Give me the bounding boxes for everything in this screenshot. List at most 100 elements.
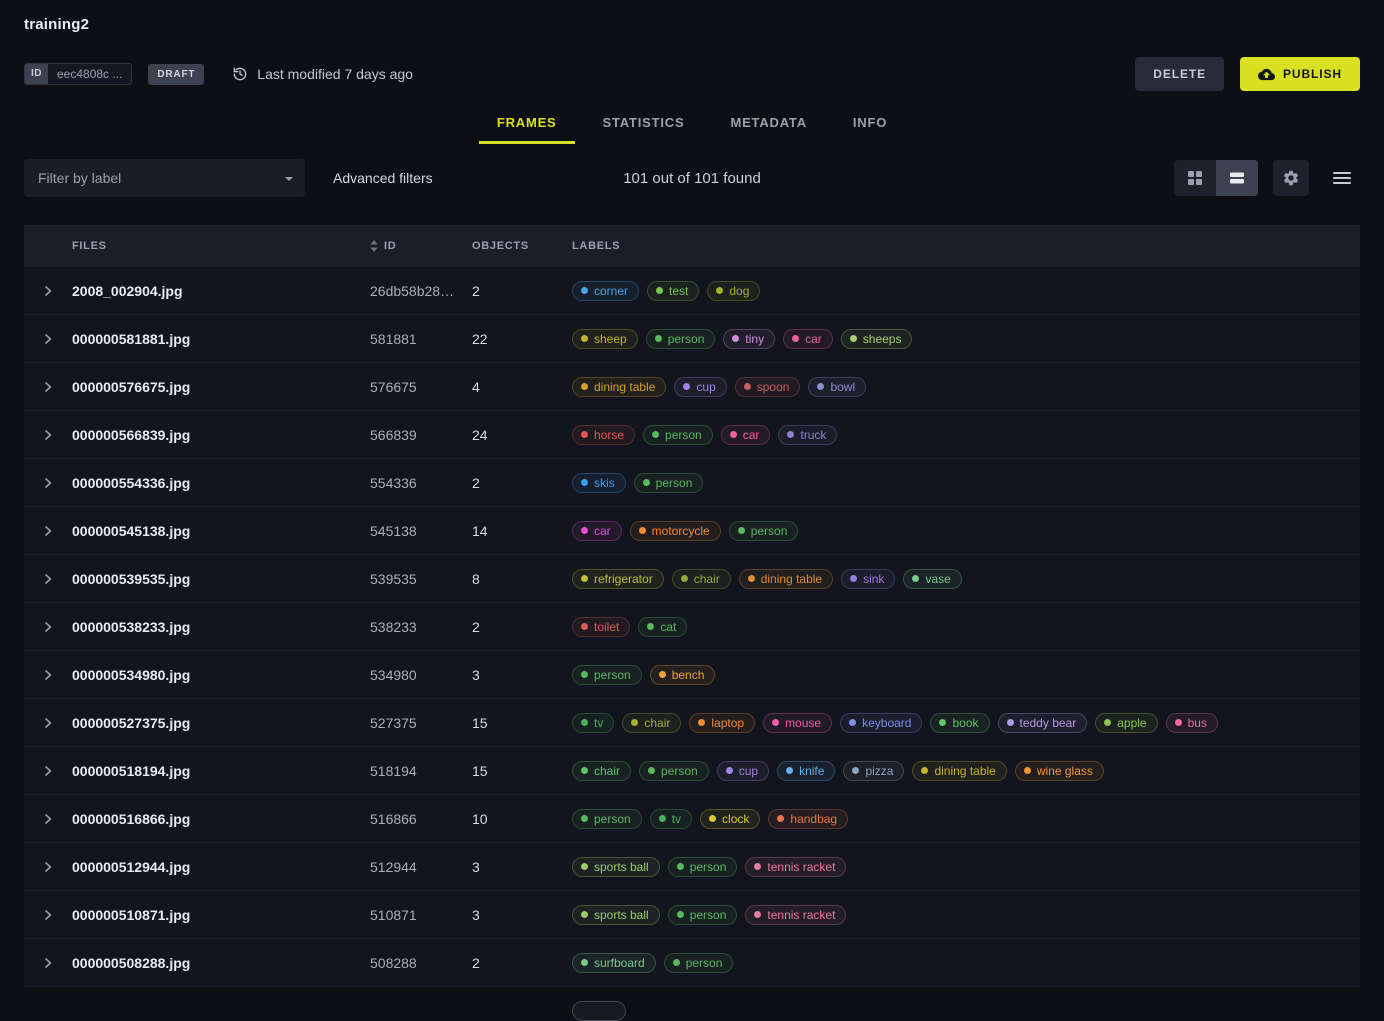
object-count: 15 (472, 715, 572, 731)
table-row[interactable]: 000000554336.jpg5543362skisperson (24, 459, 1360, 507)
table-row[interactable]: 000000518194.jpg51819415chairpersoncupkn… (24, 747, 1360, 795)
label-color-dot (738, 527, 745, 534)
row-expand-chevron-icon[interactable] (24, 381, 72, 393)
column-labels: LABELS (572, 240, 1360, 252)
row-expand-chevron-icon[interactable] (24, 909, 72, 921)
file-id: 512944 (370, 859, 472, 875)
label-text: corner (594, 284, 628, 298)
filter-toolbar: Filter by label Advanced filters 101 out… (24, 159, 1360, 197)
label-text: laptop (711, 716, 744, 730)
label-text: apple (1117, 716, 1146, 730)
label-chips: skisperson (572, 473, 1360, 493)
table-row[interactable]: 000000534980.jpg5349803personbench (24, 651, 1360, 699)
table-row[interactable]: 000000516866.jpg51686610persontvclockhan… (24, 795, 1360, 843)
row-expand-chevron-icon[interactable] (24, 333, 72, 345)
menu-button[interactable] (1324, 160, 1360, 196)
label-color-dot (1024, 767, 1031, 774)
status-badge: DRAFT (148, 64, 204, 85)
column-id[interactable]: ID (370, 240, 472, 252)
label-color-dot (681, 575, 688, 582)
table-row[interactable]: 000000538233.jpg5382332toiletcat (24, 603, 1360, 651)
label-chip: tv (572, 713, 614, 733)
file-name: 000000516866.jpg (72, 811, 370, 827)
row-expand-chevron-icon[interactable] (24, 861, 72, 873)
label-text: chair (694, 572, 720, 586)
table-row[interactable]: 000000581881.jpg58188122sheeppersontinyc… (24, 315, 1360, 363)
object-count: 15 (472, 763, 572, 779)
sort-icon[interactable] (370, 240, 378, 252)
row-expand-chevron-icon[interactable] (24, 525, 72, 537)
tab-metadata[interactable]: METADATA (712, 101, 824, 144)
object-count: 22 (472, 331, 572, 347)
label-text: chair (594, 764, 620, 778)
label-color-dot (777, 815, 784, 822)
delete-button[interactable]: DELETE (1135, 57, 1224, 91)
label-filter-select[interactable]: Filter by label (24, 159, 305, 197)
settings-button[interactable] (1273, 160, 1309, 196)
label-text: tv (594, 716, 603, 730)
label-text: sports ball (594, 860, 649, 874)
label-chip: dining table (572, 377, 666, 397)
table-row[interactable]: 000000527375.jpg52737515tvchairlaptopmou… (24, 699, 1360, 747)
row-expand-chevron-icon[interactable] (24, 285, 72, 297)
tab-info[interactable]: INFO (835, 101, 905, 144)
label-chip: corner (572, 281, 639, 301)
row-expand-chevron-icon[interactable] (24, 765, 72, 777)
object-count: 2 (472, 475, 572, 491)
label-color-dot (726, 767, 733, 774)
table-row[interactable]: 000000576675.jpg5766754dining tablecupsp… (24, 363, 1360, 411)
label-text: person (686, 956, 723, 970)
table-row[interactable]: 000000566839.jpg56683924horsepersoncartr… (24, 411, 1360, 459)
label-color-dot (581, 815, 588, 822)
partial-next-row-chip (572, 1001, 626, 1021)
label-text: dining table (934, 764, 995, 778)
tab-frames[interactable]: FRAMES (479, 101, 575, 144)
file-id: 581881 (370, 331, 472, 347)
label-chip: skis (572, 473, 626, 493)
row-expand-chevron-icon[interactable] (24, 669, 72, 681)
label-chip: horse (572, 425, 635, 445)
grid-view-button[interactable] (1174, 160, 1216, 196)
row-expand-chevron-icon[interactable] (24, 717, 72, 729)
label-text: dog (729, 284, 749, 298)
label-color-dot (581, 335, 588, 342)
table-row[interactable]: 000000510871.jpg5108713sports ballperson… (24, 891, 1360, 939)
label-text: person (661, 764, 698, 778)
table-row[interactable]: 000000539535.jpg5395358refrigeratorchair… (24, 555, 1360, 603)
tab-statistics[interactable]: STATISTICS (585, 101, 703, 144)
label-text: bus (1188, 716, 1207, 730)
label-color-dot (1175, 719, 1182, 726)
table-row[interactable]: 000000512944.jpg5129443sports ballperson… (24, 843, 1360, 891)
label-chips: tvchairlaptopmousekeyboardbookteddy bear… (572, 713, 1360, 733)
frames-table: FILES ID OBJECTS LABELS 2008_002904.jpg2… (24, 225, 1360, 987)
label-color-dot (852, 767, 859, 774)
row-expand-chevron-icon[interactable] (24, 813, 72, 825)
label-color-dot (581, 431, 588, 438)
chevron-down-icon (285, 177, 293, 185)
row-expand-chevron-icon[interactable] (24, 621, 72, 633)
row-expand-chevron-icon[interactable] (24, 429, 72, 441)
label-text: toilet (594, 620, 619, 634)
label-text: spoon (757, 380, 790, 394)
label-chip: sports ball (572, 905, 660, 925)
file-id: 539535 (370, 571, 472, 587)
label-color-dot (912, 575, 919, 582)
label-color-dot (659, 815, 666, 822)
row-expand-chevron-icon[interactable] (24, 957, 72, 969)
table-row[interactable]: 2008_002904.jpg26db58b28…2cornertestdog (24, 267, 1360, 315)
file-id: 534980 (370, 667, 472, 683)
label-color-dot (786, 767, 793, 774)
label-color-dot (1104, 719, 1111, 726)
label-chip: cup (674, 377, 726, 397)
table-row[interactable]: 000000508288.jpg5082882surfboardperson (24, 939, 1360, 987)
list-view-button[interactable] (1216, 160, 1258, 196)
publish-button[interactable]: PUBLISH (1240, 57, 1360, 91)
row-expand-chevron-icon[interactable] (24, 477, 72, 489)
label-chip: spoon (735, 377, 801, 397)
label-chips: refrigeratorchairdining tablesinkvase (572, 569, 1360, 589)
table-row[interactable]: 000000545138.jpg54513814carmotorcycleper… (24, 507, 1360, 555)
label-text: dining table (761, 572, 822, 586)
advanced-filters-link[interactable]: Advanced filters (333, 170, 433, 186)
label-color-dot (581, 623, 588, 630)
row-expand-chevron-icon[interactable] (24, 573, 72, 585)
